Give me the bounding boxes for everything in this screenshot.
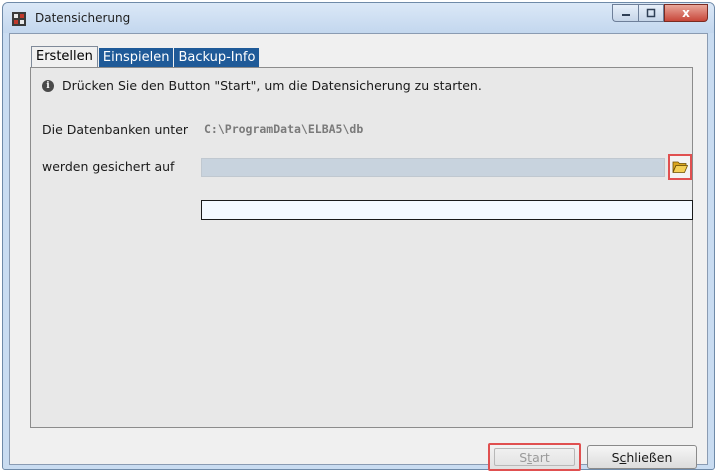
maximize-icon: [646, 8, 656, 18]
close-icon: x: [682, 6, 690, 20]
target-label: werden gesichert auf: [42, 159, 175, 174]
tab-einspielen[interactable]: Einspielen: [98, 48, 174, 67]
window-title: Datensicherung: [35, 11, 131, 25]
info-icon: i: [42, 79, 54, 92]
start-button[interactable]: St art: [488, 443, 581, 471]
target-path-field[interactable]: [201, 158, 665, 177]
close-button[interactable]: Sc hließen: [587, 445, 697, 469]
minimize-icon: [621, 14, 630, 16]
close-label-post: hließen: [626, 449, 673, 465]
folder-open-icon: [672, 161, 688, 173]
title-bar[interactable]: Datensicherung x: [3, 3, 714, 33]
start-label-post: art: [532, 449, 550, 465]
window: Datensicherung x Erstellen Einspielen Ba…: [2, 2, 715, 471]
maximize-button[interactable]: [638, 4, 664, 22]
source-label: Die Datenbanken unter: [42, 122, 189, 137]
close-label-pre: S: [611, 449, 620, 465]
tab-panel-erstellen: i Drücken Sie den Button "Start", um die…: [30, 67, 693, 428]
browse-folder-button[interactable]: [668, 154, 692, 180]
close-window-button[interactable]: x: [664, 4, 708, 22]
info-message: i Drücken Sie den Button "Start", um die…: [42, 78, 482, 93]
start-label-pre: S: [519, 449, 528, 465]
app-icon: [12, 12, 26, 26]
close-mnemonic: c: [619, 449, 627, 465]
window-controls: x: [612, 4, 708, 23]
tab-bar: Erstellen Einspielen Backup-Info: [31, 46, 260, 67]
tab-backup-info[interactable]: Backup-Info: [174, 48, 260, 67]
tab-erstellen[interactable]: Erstellen: [31, 46, 98, 67]
minimize-button[interactable]: [612, 4, 638, 22]
dialog-client-area: Erstellen Einspielen Backup-Info i Drück…: [9, 33, 708, 471]
info-text: Drücken Sie den Button "Start", um die D…: [62, 78, 482, 93]
start-button-face: St art: [494, 448, 575, 466]
progress-field: [201, 200, 693, 220]
source-path: C:\ProgramData\ELBA5\db: [204, 122, 364, 136]
